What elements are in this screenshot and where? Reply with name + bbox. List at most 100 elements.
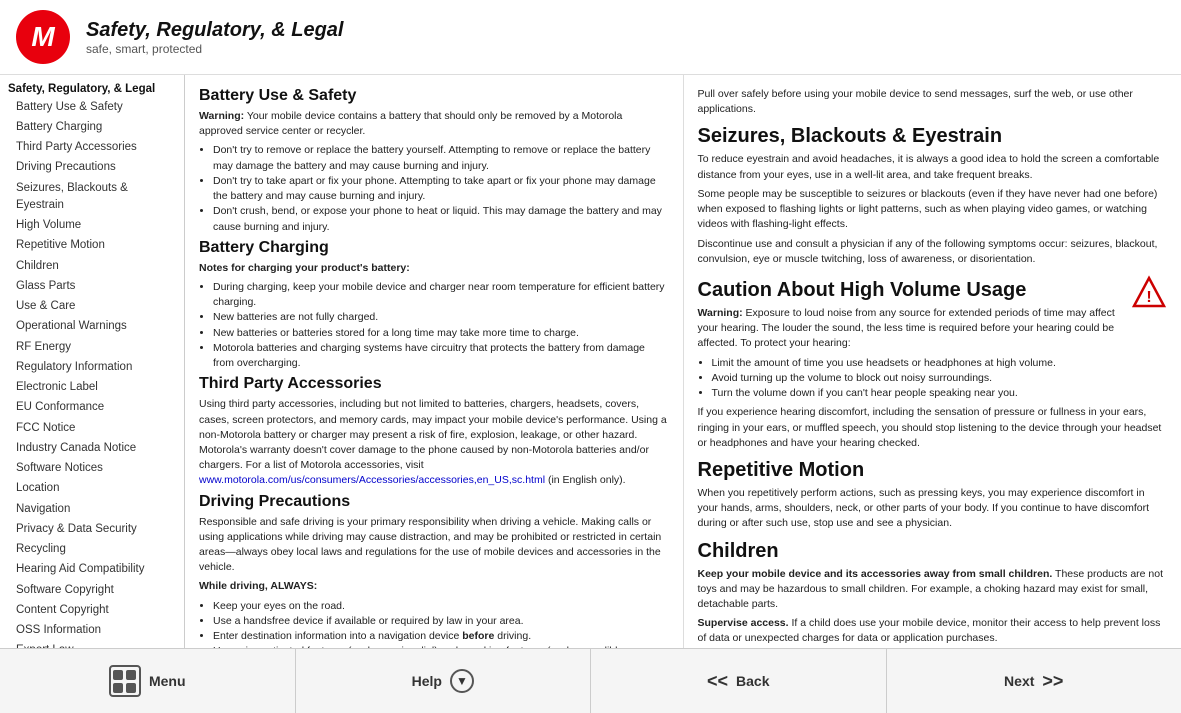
sidebar-item-high-volume[interactable]: High Volume xyxy=(0,216,184,236)
section-repetitive-motion: Repetitive Motion When you repetitively … xyxy=(698,459,1168,532)
section-battery-charging: Battery Charging Notes for charging your… xyxy=(199,239,669,372)
main-content: Safety, Regulatory, & Legal Battery Use … xyxy=(0,75,1181,648)
bullet-item: During charging, keep your mobile device… xyxy=(213,280,669,310)
svg-text:!: ! xyxy=(1146,289,1151,306)
seizures-p1: To reduce eyestrain and avoid headaches,… xyxy=(698,152,1168,182)
driving-always-label: While driving, ALWAYS: xyxy=(199,579,669,594)
section-driving: Driving Precautions Responsible and safe… xyxy=(199,493,669,648)
help-label: Help xyxy=(412,673,442,689)
sidebar-item-rf-energy[interactable]: RF Energy xyxy=(0,337,184,357)
col-right: Pull over safely before using your mobil… xyxy=(684,75,1181,648)
seizures-p3: Discontinue use and consult a physician … xyxy=(698,237,1168,267)
header-text: Safety, Regulatory, & Legal safe, smart,… xyxy=(86,19,343,56)
sidebar: Safety, Regulatory, & Legal Battery Use … xyxy=(0,75,185,648)
sidebar-item-use-care[interactable]: Use & Care xyxy=(0,297,184,317)
bullet-item: Motorola batteries and charging systems … xyxy=(213,341,669,371)
section-children: Children Keep your mobile device and its… xyxy=(698,540,1168,647)
bullet-item: Don't try to take apart or fix your phon… xyxy=(213,174,669,204)
sidebar-item-navigation[interactable]: Navigation xyxy=(0,499,184,519)
next-chevron-icon: >> xyxy=(1042,671,1063,692)
sidebar-item-software-notices[interactable]: Software Notices xyxy=(0,459,184,479)
page-title: Safety, Regulatory, & Legal xyxy=(86,19,343,42)
children-warning: Keep your mobile device and its accessor… xyxy=(698,567,1168,613)
menu-button[interactable]: Menu xyxy=(0,649,296,713)
bullet-item: Keep your eyes on the road. xyxy=(213,599,669,614)
section-battery-use: Battery Use & Safety Warning: Your mobil… xyxy=(199,87,669,235)
sidebar-item-export[interactable]: Export Law xyxy=(0,641,184,648)
section-seizures: Seizures, Blackouts & Eyestrain To reduc… xyxy=(698,125,1168,267)
notes-label: Notes for charging your product's batter… xyxy=(199,262,410,274)
menu-dot xyxy=(126,683,136,693)
intro-text: Pull over safely before using your mobil… xyxy=(698,87,1168,117)
bullet-item: Avoid turning up the volume to block out… xyxy=(712,371,1126,386)
section-third-party: Third Party Accessories Using third part… xyxy=(199,375,669,488)
seizures-title: Seizures, Blackouts & Eyestrain xyxy=(698,125,1168,148)
battery-use-bullets: Don't try to remove or replace the batte… xyxy=(213,143,669,234)
logo-letter: M xyxy=(31,23,54,51)
bullet-item: Don't try to remove or replace the batte… xyxy=(213,143,669,173)
sidebar-item-battery-charging[interactable]: Battery Charging xyxy=(0,117,184,137)
menu-label: Menu xyxy=(149,673,186,689)
bullet-item: Don't crush, bend, or expose your phone … xyxy=(213,204,669,234)
col-left: Battery Use & Safety Warning: Your mobil… xyxy=(185,75,684,648)
sidebar-item-driving[interactable]: Driving Precautions xyxy=(0,158,184,178)
bullet-item: Turn the volume down if you can't hear p… xyxy=(712,386,1126,401)
battery-charging-notes: Notes for charging your product's batter… xyxy=(199,261,669,276)
driving-bullets: Keep your eyes on the road. Use a handsf… xyxy=(213,599,669,648)
battery-charging-title: Battery Charging xyxy=(199,239,669,257)
warning-label-hv: Warning: xyxy=(698,307,743,319)
battery-use-warning: Warning: Your mobile device contains a b… xyxy=(199,109,669,139)
motorola-url[interactable]: www.motorola.com/us/consumers/Accessorie… xyxy=(199,474,545,486)
always-label: While driving, ALWAYS: xyxy=(199,580,317,592)
sidebar-item-children[interactable]: Children xyxy=(0,256,184,276)
sidebar-item-industry-canada[interactable]: Industry Canada Notice xyxy=(0,438,184,458)
back-label: Back xyxy=(736,673,769,689)
high-volume-warning: Warning: Exposure to loud noise from any… xyxy=(698,306,1126,352)
sidebar-item-hearing-aid[interactable]: Hearing Aid Compatibility xyxy=(0,560,184,580)
sidebar-item-seizures[interactable]: Seizures, Blackouts & Eyestrain xyxy=(0,178,184,216)
sidebar-item-oss[interactable]: OSS Information xyxy=(0,621,184,641)
sidebar-item-fcc[interactable]: FCC Notice xyxy=(0,418,184,438)
bullet-item: Limit the amount of time you use headset… xyxy=(712,356,1126,371)
warning-label: Warning: xyxy=(199,110,244,122)
sidebar-item-privacy[interactable]: Privacy & Data Security xyxy=(0,519,184,539)
driving-title: Driving Precautions xyxy=(199,493,669,511)
sidebar-item-repetitive-motion[interactable]: Repetitive Motion xyxy=(0,236,184,256)
sidebar-item-operational-warnings[interactable]: Operational Warnings xyxy=(0,317,184,337)
motorola-logo: M xyxy=(16,10,70,64)
sidebar-item-regulatory[interactable]: Regulatory Information xyxy=(0,357,184,377)
menu-dot xyxy=(126,670,136,680)
sidebar-item-software-copyright[interactable]: Software Copyright xyxy=(0,580,184,600)
help-button[interactable]: Help ▼ xyxy=(296,649,592,713)
toolbar: Menu Help ▼ << Back Next >> xyxy=(0,648,1181,713)
sidebar-item-eu[interactable]: EU Conformance xyxy=(0,398,184,418)
menu-icon xyxy=(109,665,141,697)
sidebar-item-content-copyright[interactable]: Content Copyright xyxy=(0,600,184,620)
menu-grid-icon xyxy=(113,670,136,693)
third-party-text: Using third party accessories, including… xyxy=(199,397,669,488)
sidebar-item-recycling[interactable]: Recycling xyxy=(0,540,184,560)
bullet-item: New batteries or batteries stored for a … xyxy=(213,326,669,341)
high-vol-row: Caution About High Volume Usage Warning:… xyxy=(698,271,1168,405)
sidebar-item-location[interactable]: Location xyxy=(0,479,184,499)
section-high-volume: Caution About High Volume Usage Warning:… xyxy=(698,271,1168,451)
next-button[interactable]: Next >> xyxy=(887,649,1181,713)
sidebar-item-battery-use[interactable]: Battery Use & Safety xyxy=(0,97,184,117)
bullet-item: Enter destination information into a nav… xyxy=(213,629,669,644)
warning-triangle-icon: ! xyxy=(1131,275,1167,316)
high-vol-text-block: Caution About High Volume Usage Warning:… xyxy=(698,271,1126,405)
back-chevron-icon: << xyxy=(707,671,728,692)
page-subtitle: safe, smart, protected xyxy=(86,42,343,56)
sidebar-item-third-party[interactable]: Third Party Accessories xyxy=(0,138,184,158)
menu-dot xyxy=(113,683,123,693)
battery-use-title: Battery Use & Safety xyxy=(199,87,669,105)
bullet-item: Use a handsfree device if available or r… xyxy=(213,614,669,629)
sidebar-item-glass-parts[interactable]: Glass Parts xyxy=(0,276,184,296)
battery-charging-bullets: During charging, keep your mobile device… xyxy=(213,280,669,371)
next-label: Next xyxy=(1004,673,1034,689)
back-button[interactable]: << Back xyxy=(591,649,887,713)
sidebar-item-electronic-label[interactable]: Electronic Label xyxy=(0,378,184,398)
content-area: Battery Use & Safety Warning: Your mobil… xyxy=(185,75,1181,648)
bullet-item: New batteries are not fully charged. xyxy=(213,310,669,325)
driving-text: Responsible and safe driving is your pri… xyxy=(199,515,669,576)
